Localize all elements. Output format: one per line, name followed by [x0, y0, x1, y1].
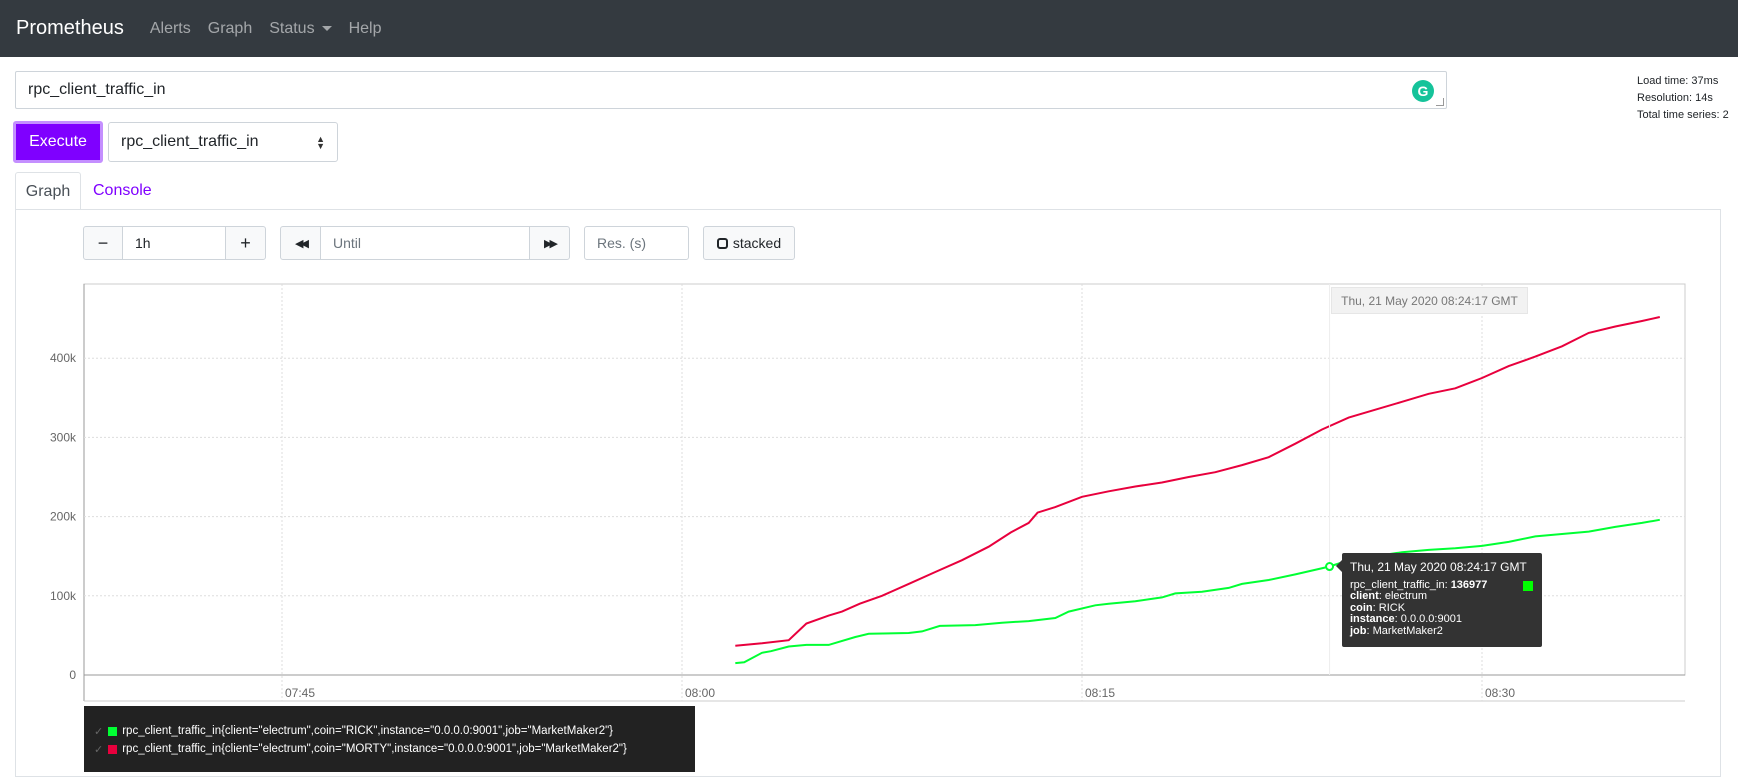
tooltip-label-client: client: electrum — [1350, 590, 1428, 602]
legend-label: rpc_client_traffic_in{client="electrum",… — [122, 743, 627, 755]
tooltip-series-swatch — [1523, 581, 1533, 591]
time-series-chart[interactable]: 0 100k 200k 300k 400k 07:45 08:00 08:15 08:30 — [0, 0, 1738, 779]
x-tick-label: 08:30 — [1485, 686, 1515, 700]
x-tick-label: 07:45 — [285, 686, 315, 700]
legend-label: rpc_client_traffic_in{client="electrum",… — [122, 725, 614, 737]
y-tick-label: 300k — [50, 430, 77, 444]
tooltip-metric-name: rpc_client_traffic_in: — [1350, 578, 1448, 591]
x-tick-label: 08:00 — [685, 686, 715, 700]
tooltip-label-key: job — [1350, 624, 1367, 637]
hover-time-label: Thu, 21 May 2020 08:24:17 GMT — [1331, 287, 1528, 314]
tooltip-label-key: coin — [1350, 601, 1373, 614]
tooltip-time: Thu, 21 May 2020 08:24:17 GMT — [1350, 560, 1527, 574]
tooltip-label-key: instance — [1350, 613, 1395, 625]
hover-tooltip: Thu, 21 May 2020 08:24:17 GMT rpc_client… — [1336, 553, 1542, 647]
legend-item[interactable]: ✓ rpc_client_traffic_in{client="electrum… — [94, 722, 685, 740]
tooltip-label-job: job: MarketMaker2 — [1350, 624, 1443, 637]
y-tick-label: 400k — [50, 351, 77, 365]
check-icon: ✓ — [94, 725, 104, 738]
tooltip-value: 136977 — [1450, 578, 1488, 591]
hover-point — [1325, 562, 1335, 572]
x-tick-label: 08:15 — [1085, 686, 1115, 700]
y-tick-label: 100k — [50, 589, 77, 603]
chart-legend: ✓ rpc_client_traffic_in{client="electrum… — [84, 706, 695, 772]
legend-swatch — [108, 744, 118, 754]
check-icon: ✓ — [94, 743, 104, 756]
tooltip-label-value: RICK — [1378, 601, 1406, 614]
tooltip-label-key: client — [1350, 590, 1379, 602]
tooltip-label-value: 0.0.0.0:9001 — [1400, 613, 1462, 625]
y-tick-label: 0 — [69, 668, 76, 682]
legend-swatch — [108, 726, 118, 736]
legend-item[interactable]: ✓ rpc_client_traffic_in{client="electrum… — [94, 740, 685, 758]
tooltip-label-value: MarketMaker2 — [1372, 624, 1443, 637]
tooltip-label-value: electrum — [1384, 590, 1428, 602]
y-tick-label: 200k — [50, 510, 77, 524]
